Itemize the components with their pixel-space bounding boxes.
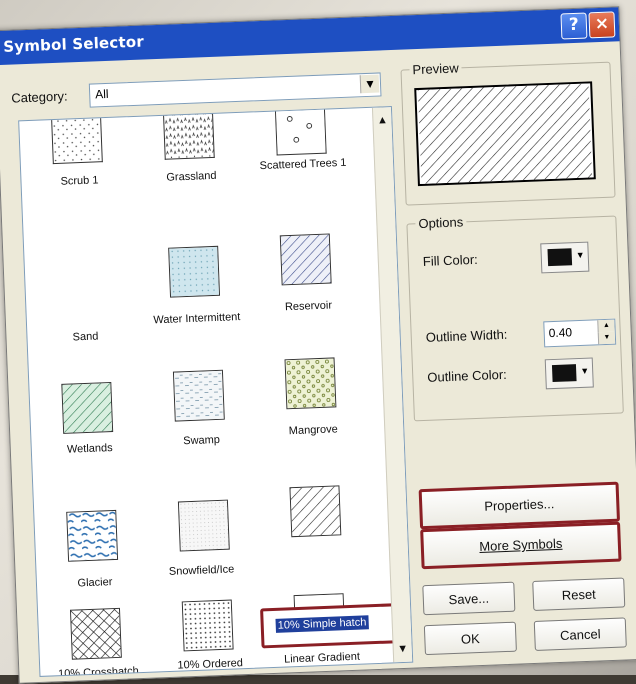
symbol-scattered-trees-1[interactable]: Scattered Trees 1 (249, 106, 353, 172)
reservoir-hatch-icon (279, 233, 332, 286)
glacier-pattern-icon (66, 509, 119, 562)
symbol-label: 10% Ordered (177, 657, 244, 672)
symbol-grassland[interactable]: Grassland (137, 107, 241, 184)
symbol-label: Grassland (166, 169, 217, 184)
symbol-sand[interactable]: Sand (29, 229, 133, 343)
outline-width-value[interactable]: 0.40 (548, 325, 572, 340)
category-label: Category: (11, 88, 68, 106)
spin-up-icon[interactable]: ▲ (597, 319, 615, 333)
options-group: Options Fill Color: ▼ Outline Width: 0.4… (406, 214, 624, 422)
snowfield-pattern-icon (177, 499, 230, 552)
symbol-label: Water Intermittent (153, 311, 241, 327)
symbol-reservoir[interactable]: Reservoir (253, 220, 357, 313)
crosshatch-icon (69, 607, 122, 660)
symbol-label: Linear Gradient (283, 650, 361, 666)
outline-width-label: Outline Width: (425, 326, 508, 345)
symbol-mangrove[interactable]: Mangrove (258, 352, 362, 437)
reset-button[interactable]: Reset (532, 577, 626, 611)
category-value: All (94, 86, 109, 102)
scroll-up-arrow-icon[interactable]: ▲ (373, 111, 392, 130)
fill-color-swatch (547, 248, 573, 267)
symbol-label: Scrub 1 (60, 174, 99, 188)
preview-label: Preview (409, 60, 463, 78)
symbol-10-ordered[interactable]: 10% Ordered (156, 599, 260, 672)
save-button[interactable]: Save... (422, 581, 516, 616)
symbol-label: Glacier (77, 576, 113, 590)
symbol-10-crosshatch[interactable]: 10% Crosshatch (44, 607, 148, 677)
spin-down-icon[interactable]: ▼ (597, 331, 616, 345)
outline-color-swatch (551, 364, 577, 383)
symbol-snowfield-ice[interactable]: Snowfield/Ice (152, 489, 256, 578)
fill-color-button[interactable]: ▼ (540, 241, 590, 274)
chevron-down-icon: ▼ (575, 249, 585, 261)
water-intermittent-pattern-icon (168, 245, 221, 298)
fill-color-label: Fill Color: (422, 251, 479, 269)
chevron-down-icon: ▼ (580, 365, 590, 376)
outline-color-button[interactable]: ▼ (544, 357, 594, 390)
options-label: Options (415, 214, 467, 232)
symbol-label: Reservoir (284, 299, 333, 314)
symbol-10-simple-hatch[interactable] (263, 484, 367, 538)
symbol-label: Sand (72, 330, 99, 344)
more-symbols-button[interactable]: More Symbols (420, 521, 622, 570)
symbol-scrub-1[interactable]: Scrub 1 (25, 112, 129, 188)
symbol-glacier[interactable]: Glacier (40, 493, 144, 589)
window-title: Symbol Selector (2, 32, 145, 56)
symbol-label: Swamp (183, 433, 221, 448)
symbol-water-intermittent[interactable]: Water Intermittent (141, 225, 245, 326)
scroll-down-arrow-icon[interactable]: ▼ (393, 640, 412, 659)
symbol-swamp[interactable]: Swamp (146, 357, 250, 447)
symbol-wetlands[interactable]: Wetlands (35, 361, 139, 456)
preview-swatch (414, 81, 596, 187)
swamp-pattern-icon (172, 369, 225, 422)
mangrove-pattern-icon (284, 357, 337, 410)
close-button[interactable]: × (588, 11, 616, 39)
chevron-down-icon[interactable]: ▼ (359, 74, 380, 94)
scattered-trees-pattern-icon (274, 106, 327, 156)
symbol-linear-gradient[interactable]: Linear Gradient (268, 593, 372, 666)
outline-width-spinner[interactable]: 0.40 ▲ ▼ (543, 318, 617, 348)
ordered-dots-icon (181, 599, 234, 652)
category-dropdown[interactable]: All ▼ (88, 72, 382, 108)
symbol-name-edit-value[interactable]: 10% Simple hatch (275, 615, 369, 633)
symbol-selector-dialog: Symbol Selector ? × Category: All ▼ Scru… (0, 6, 636, 684)
wetlands-hatch-icon (61, 382, 114, 434)
symbol-gallery[interactable]: Scrub 1 Grassland Scattered Trees 1 Sand… (18, 106, 414, 677)
ok-button[interactable]: OK (423, 621, 517, 656)
cancel-button[interactable]: Cancel (533, 617, 627, 651)
outline-color-label: Outline Color: (427, 366, 508, 385)
symbol-name-edit-box[interactable]: 10% Simple hatch (260, 602, 410, 649)
preview-group: Preview (400, 60, 616, 206)
grassland-pattern-icon (162, 107, 215, 160)
symbol-label: Mangrove (288, 423, 338, 438)
symbol-label: Snowfield/Ice (168, 563, 235, 578)
symbol-label: Wetlands (66, 442, 113, 456)
scrub-dots-icon (50, 112, 103, 165)
symbol-label: 10% Crosshatch (57, 665, 139, 677)
symbol-label: Scattered Trees 1 (259, 156, 347, 173)
help-button[interactable]: ? (560, 12, 588, 40)
simple-hatch-icon (289, 485, 342, 538)
